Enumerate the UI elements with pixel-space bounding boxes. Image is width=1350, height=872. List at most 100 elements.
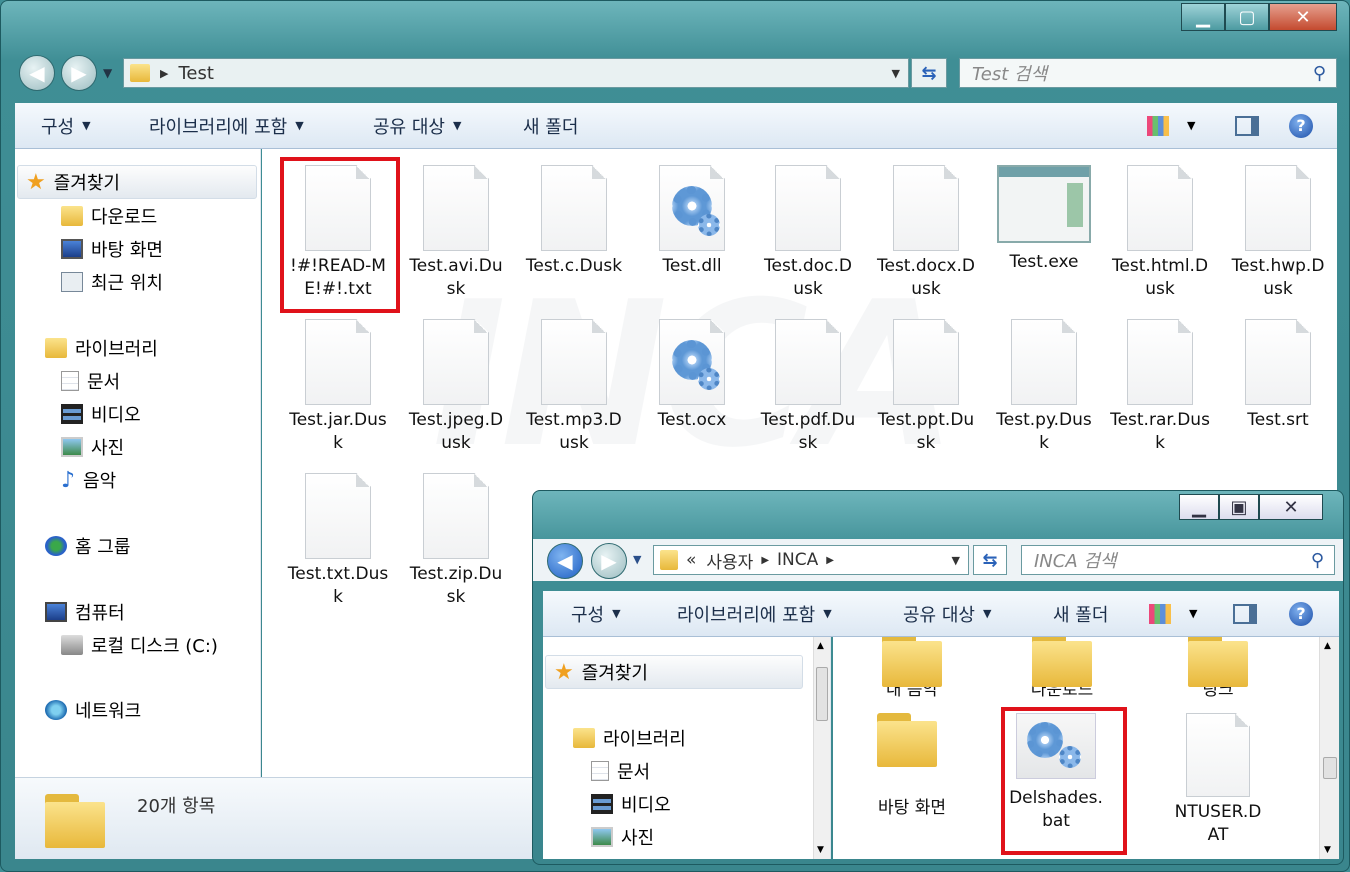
scroll-down-icon[interactable]: ▼	[1324, 845, 1331, 855]
back-button[interactable]: ◀	[19, 55, 55, 91]
item-count: 20개 항목	[137, 796, 216, 817]
address-dropdown-icon[interactable]: ▼	[952, 554, 960, 567]
recent-pages-dropdown-icon[interactable]: ▼	[633, 553, 641, 566]
settings-file-icon	[659, 165, 725, 251]
breadcrumb-overflow[interactable]: «	[686, 550, 696, 570]
nav-network[interactable]: 네트워크	[45, 697, 141, 723]
view-dropdown-icon[interactable]: ▼	[1189, 607, 1197, 620]
nav-videos[interactable]: 비디오	[61, 401, 141, 427]
maximize-button[interactable]: ▢	[1225, 3, 1269, 31]
nav-pictures[interactable]: 사진	[61, 434, 124, 460]
share-with-menu[interactable]: 공유 대상 ▼	[903, 601, 991, 627]
file-item-ntuser-dat[interactable]: NTUSER.D AT	[1155, 713, 1281, 847]
close-button[interactable]: ✕	[1259, 494, 1323, 520]
file-item[interactable]: Test.ocx	[636, 319, 748, 432]
file-item[interactable]: Test.html.D usk	[1104, 165, 1216, 301]
new-folder-button[interactable]: 새 폴더	[523, 113, 578, 139]
nav-libraries[interactable]: 라이브러리	[45, 335, 158, 361]
back-button[interactable]: ◀	[547, 543, 583, 579]
refresh-icon[interactable]: ⇆	[911, 58, 947, 88]
nav-computer[interactable]: 컴퓨터	[45, 599, 125, 625]
nav-favorites[interactable]: ★ 즐겨찾기	[17, 165, 257, 199]
minimize-button[interactable]: ▁	[1181, 3, 1225, 31]
breadcrumb-inca[interactable]: INCA	[777, 550, 818, 570]
refresh-icon[interactable]: ⇆	[973, 545, 1007, 575]
file-item[interactable]: Test.txt.Dus k	[282, 473, 394, 609]
organize-menu[interactable]: 구성 ▼	[41, 113, 91, 139]
search-icon[interactable]: ⚲	[1311, 550, 1324, 571]
file-item[interactable]: Test.hwp.D usk	[1222, 165, 1334, 301]
include-in-library-menu[interactable]: 라이브러리에 포함 ▼	[677, 601, 832, 627]
explorer-window-inca: ▁ ▣ ✕ ◀ ▶ ▼ « 사용자 ▶ INCA ▶ ▼ ⇆ INCA 검색 ⚲…	[532, 490, 1344, 865]
nav-homegroup[interactable]: 홈 그룹	[45, 533, 130, 559]
file-item[interactable]: Test.jar.Dus k	[282, 319, 394, 455]
address-dropdown-icon[interactable]: ▼	[892, 67, 900, 80]
file-item[interactable]: Test.rar.Dus k	[1104, 319, 1216, 455]
minimize-button[interactable]: ▁	[1179, 494, 1219, 520]
recent-pages-dropdown-icon[interactable]: ▼	[103, 66, 112, 80]
file-item[interactable]: Test.avi.Du sk	[400, 165, 512, 301]
file-item[interactable]: Test.dll	[636, 165, 748, 278]
forward-button[interactable]: ▶	[61, 55, 97, 91]
search-input[interactable]: Test 검색 ⚲	[959, 58, 1337, 88]
scroll-down-icon[interactable]: ▼	[817, 845, 824, 855]
close-button[interactable]: ✕	[1269, 3, 1337, 31]
content-scrollbar[interactable]: ▲ ▼	[1319, 637, 1339, 859]
address-bar[interactable]: ▶ Test ▼	[123, 58, 909, 88]
forward-button[interactable]: ▶	[591, 543, 627, 579]
nav-libraries[interactable]: 라이브러리	[573, 725, 686, 751]
nav-downloads[interactable]: 다운로드	[61, 203, 157, 229]
file-label-line2: k	[333, 587, 343, 607]
nav-favorites[interactable]: ★ 즐겨찾기	[545, 655, 803, 689]
file-item[interactable]: Test.srt	[1222, 319, 1334, 432]
restore-button[interactable]: ▣	[1219, 494, 1259, 520]
view-options-icon[interactable]	[1149, 603, 1171, 624]
nav-local-disk[interactable]: 로컬 디스크 (C:)	[61, 632, 218, 658]
share-with-menu[interactable]: 공유 대상 ▼	[373, 113, 461, 139]
preview-pane-icon[interactable]	[1235, 115, 1259, 136]
file-item[interactable]: Test.mp3.D usk	[518, 319, 630, 455]
file-item[interactable]: Test.docx.D usk	[870, 165, 982, 301]
nav-homegroup-label: 홈 그룹	[75, 537, 131, 558]
help-icon[interactable]: ?	[1289, 113, 1313, 138]
file-item[interactable]: Test.doc.D usk	[752, 165, 864, 301]
address-bar[interactable]: « 사용자 ▶ INCA ▶ ▼	[653, 545, 969, 575]
view-options-icon[interactable]	[1147, 115, 1169, 136]
file-item[interactable]: Test.py.Dus k	[988, 319, 1100, 455]
file-item[interactable]: Test.c.Dusk	[518, 165, 630, 278]
file-item[interactable]: Test.pdf.Du sk	[752, 319, 864, 455]
breadcrumb-test[interactable]: Test	[178, 63, 213, 84]
view-dropdown-icon[interactable]: ▼	[1187, 119, 1195, 132]
organize-menu[interactable]: 구성 ▼	[571, 601, 621, 627]
file-item-links[interactable]: 링크	[1153, 637, 1283, 702]
include-in-library-menu[interactable]: 라이브러리에 포함 ▼	[149, 113, 304, 139]
file-item-desktop[interactable]: 바탕 화면	[847, 707, 977, 820]
preview-pane-icon[interactable]	[1233, 603, 1257, 624]
scroll-up-icon[interactable]: ▲	[817, 641, 824, 651]
nav-recent[interactable]: 최근 위치	[61, 269, 163, 295]
search-input[interactable]: INCA 검색 ⚲	[1021, 545, 1335, 575]
scroll-up-icon[interactable]: ▲	[1324, 641, 1331, 651]
nav-music[interactable]: ♪ 음악	[61, 467, 116, 493]
highlight-box-bat	[1001, 707, 1127, 855]
nav-pictures[interactable]: 사진	[591, 824, 654, 850]
scroll-thumb[interactable]	[1323, 757, 1337, 779]
file-item[interactable]: Test.ppt.Du sk	[870, 319, 982, 455]
file-icon	[1245, 165, 1311, 251]
links-folder-icon	[1188, 637, 1248, 687]
nav-scrollbar[interactable]: ▲ ▼	[813, 637, 830, 859]
file-item-downloads[interactable]: 다운로드	[997, 637, 1127, 702]
search-icon[interactable]: ⚲	[1313, 63, 1326, 84]
help-icon[interactable]: ?	[1289, 601, 1313, 626]
breadcrumb-users[interactable]: 사용자	[706, 548, 753, 573]
nav-desktop[interactable]: 바탕 화면	[61, 236, 163, 262]
file-item-my-music[interactable]: 내 음악	[847, 637, 977, 702]
file-item[interactable]: Test.jpeg.D usk	[400, 319, 512, 455]
file-item[interactable]: Test.exe	[988, 165, 1100, 274]
scroll-thumb[interactable]	[816, 667, 828, 721]
nav-videos[interactable]: 비디오	[591, 791, 671, 817]
nav-documents[interactable]: 문서	[591, 758, 650, 784]
new-folder-button[interactable]: 새 폴더	[1053, 601, 1108, 627]
file-item[interactable]: Test.zip.Du sk	[400, 473, 512, 609]
nav-documents[interactable]: 문서	[61, 368, 120, 394]
